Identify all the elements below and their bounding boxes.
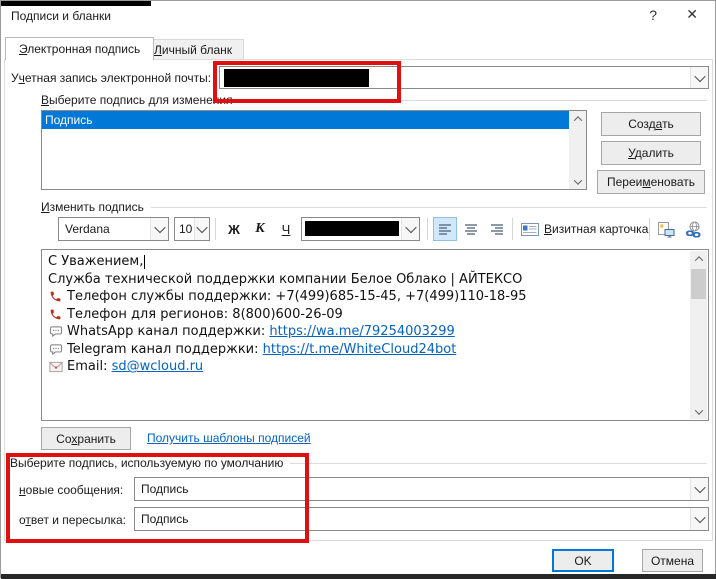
business-card-icon	[521, 223, 539, 236]
italic-button[interactable]: К	[248, 217, 272, 241]
chevron-down-icon[interactable]	[690, 67, 708, 88]
business-card-button[interactable]: Визитная карточка	[518, 217, 651, 241]
new-messages-combobox[interactable]: Подпись	[134, 477, 709, 501]
help-button[interactable]: ?	[649, 7, 657, 23]
redaction-bar	[1, 1, 151, 6]
close-icon[interactable]: ✕	[686, 6, 698, 23]
dialog-title: Подписи и бланки	[11, 9, 111, 23]
window-edge-shadow	[1, 574, 716, 579]
chevron-down-icon[interactable]	[401, 218, 419, 240]
align-left-icon	[437, 221, 453, 237]
chat-icon	[48, 343, 63, 356]
save-button[interactable]: Сохранить	[41, 427, 131, 450]
tab-personal-stationery[interactable]: Личный бланк	[142, 39, 244, 59]
replies-label: ответ и пересылка:	[19, 513, 126, 527]
scroll-down-icon[interactable]	[690, 404, 707, 419]
chevron-down-icon[interactable]	[690, 508, 708, 530]
scroll-up-icon[interactable]	[690, 251, 707, 266]
insert-picture-icon	[657, 221, 675, 238]
create-button[interactable]: Создать	[601, 112, 701, 136]
select-signature-caption: Выберите подпись для изменения	[41, 93, 707, 107]
signature-line: Email: sd@wcloud.ru	[48, 358, 688, 376]
align-center-icon	[463, 221, 479, 237]
insert-picture-button[interactable]	[654, 217, 678, 241]
signatures-dialog: Подписи и бланки ? ✕ Электронная подпись…	[0, 0, 716, 578]
align-right-icon	[489, 221, 505, 237]
get-templates-link[interactable]: Получить шаблоны подписей	[147, 431, 311, 445]
scroll-down-icon[interactable]	[569, 174, 586, 189]
signature-line: Служба технической поддержки компании Бе…	[48, 271, 688, 289]
align-left-button[interactable]	[433, 217, 457, 241]
scroll-up-icon[interactable]	[569, 111, 586, 126]
account-label: Учетная запись электронной почты:	[11, 71, 211, 85]
signature-line: Телефон для регионов: 8(800)600-26-09	[48, 306, 688, 324]
ok-button[interactable]: OK	[552, 549, 614, 572]
insert-hyperlink-icon	[685, 221, 703, 238]
signature-line: WhatsApp канал поддержки: https://wa.me/…	[48, 323, 688, 341]
defaults-caption: Выберите подпись, используемую по умолча…	[10, 456, 707, 470]
telegram-link[interactable]: https://t.me/WhiteCloud24bot	[263, 342, 457, 357]
signature-line: Telegram канал поддержки: https://t.me/W…	[48, 341, 688, 359]
new-messages-label: новые сообщения:	[19, 483, 123, 497]
cancel-button[interactable]: Отмена	[642, 549, 703, 572]
insert-hyperlink-button[interactable]	[682, 217, 706, 241]
tab-email-signature[interactable]: Электронная подпись	[5, 37, 154, 60]
mail-icon	[48, 361, 63, 373]
email-link[interactable]: sd@wcloud.ru	[112, 359, 204, 374]
delete-button[interactable]: Удалить	[601, 141, 701, 165]
chevron-down-icon[interactable]	[690, 478, 708, 500]
underline-button[interactable]: Ч	[274, 217, 298, 241]
editor-scrollbar[interactable]	[690, 251, 707, 419]
signature-listbox[interactable]: Подпись	[41, 110, 587, 190]
chevron-down-icon[interactable]	[194, 218, 209, 240]
listbox-scrollbar[interactable]	[569, 111, 586, 189]
font-size-combobox[interactable]: 10	[174, 217, 210, 241]
align-center-button[interactable]	[459, 217, 483, 241]
phone-icon	[48, 308, 63, 321]
rename-button[interactable]: Переименовать	[597, 170, 705, 194]
signature-line: Телефон службы поддержки: +7(499)685-15-…	[48, 288, 688, 306]
whatsapp-link[interactable]: https://wa.me/79254003299	[269, 324, 454, 339]
chat-icon	[48, 325, 63, 338]
signature-line: С Уважением,	[48, 253, 688, 271]
phone-icon	[48, 290, 63, 303]
redacted-font-color	[305, 221, 399, 236]
edit-signature-caption: Изменить подпись	[41, 200, 707, 214]
scrollbar-thumb[interactable]	[691, 269, 706, 299]
bold-button[interactable]: Ж	[222, 217, 246, 241]
text-caret	[144, 255, 145, 269]
align-right-button[interactable]	[485, 217, 509, 241]
redacted-account-value	[224, 69, 369, 87]
chevron-down-icon[interactable]	[150, 218, 168, 240]
font-family-combobox[interactable]: Verdana	[58, 217, 169, 241]
list-item-signature[interactable]: Подпись	[42, 111, 569, 129]
signature-editor[interactable]: С Уважением, Служба технической поддержк…	[41, 249, 709, 421]
replies-combobox[interactable]: Подпись	[134, 507, 709, 531]
